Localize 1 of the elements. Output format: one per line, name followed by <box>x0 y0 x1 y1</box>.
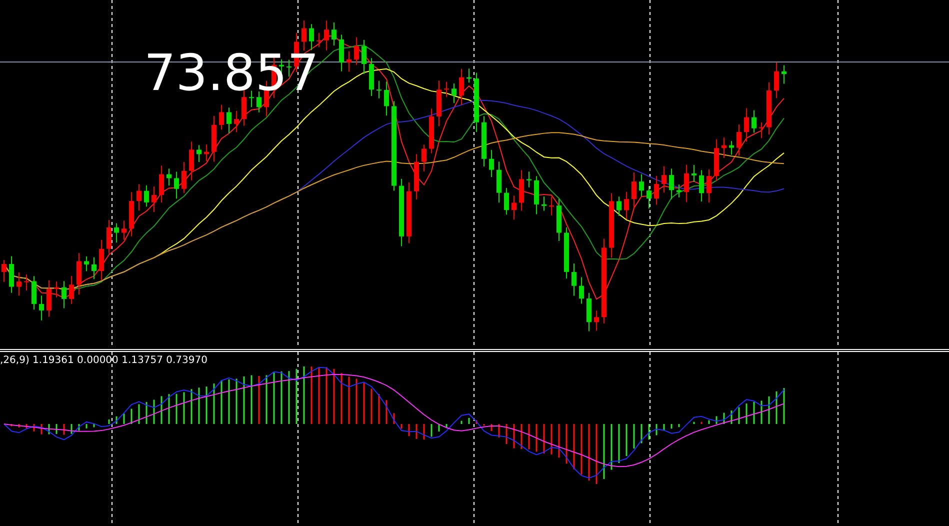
indicator-values: ,26,9) 1.19361 0.00000 1.13757 0.73970 <box>0 355 208 366</box>
